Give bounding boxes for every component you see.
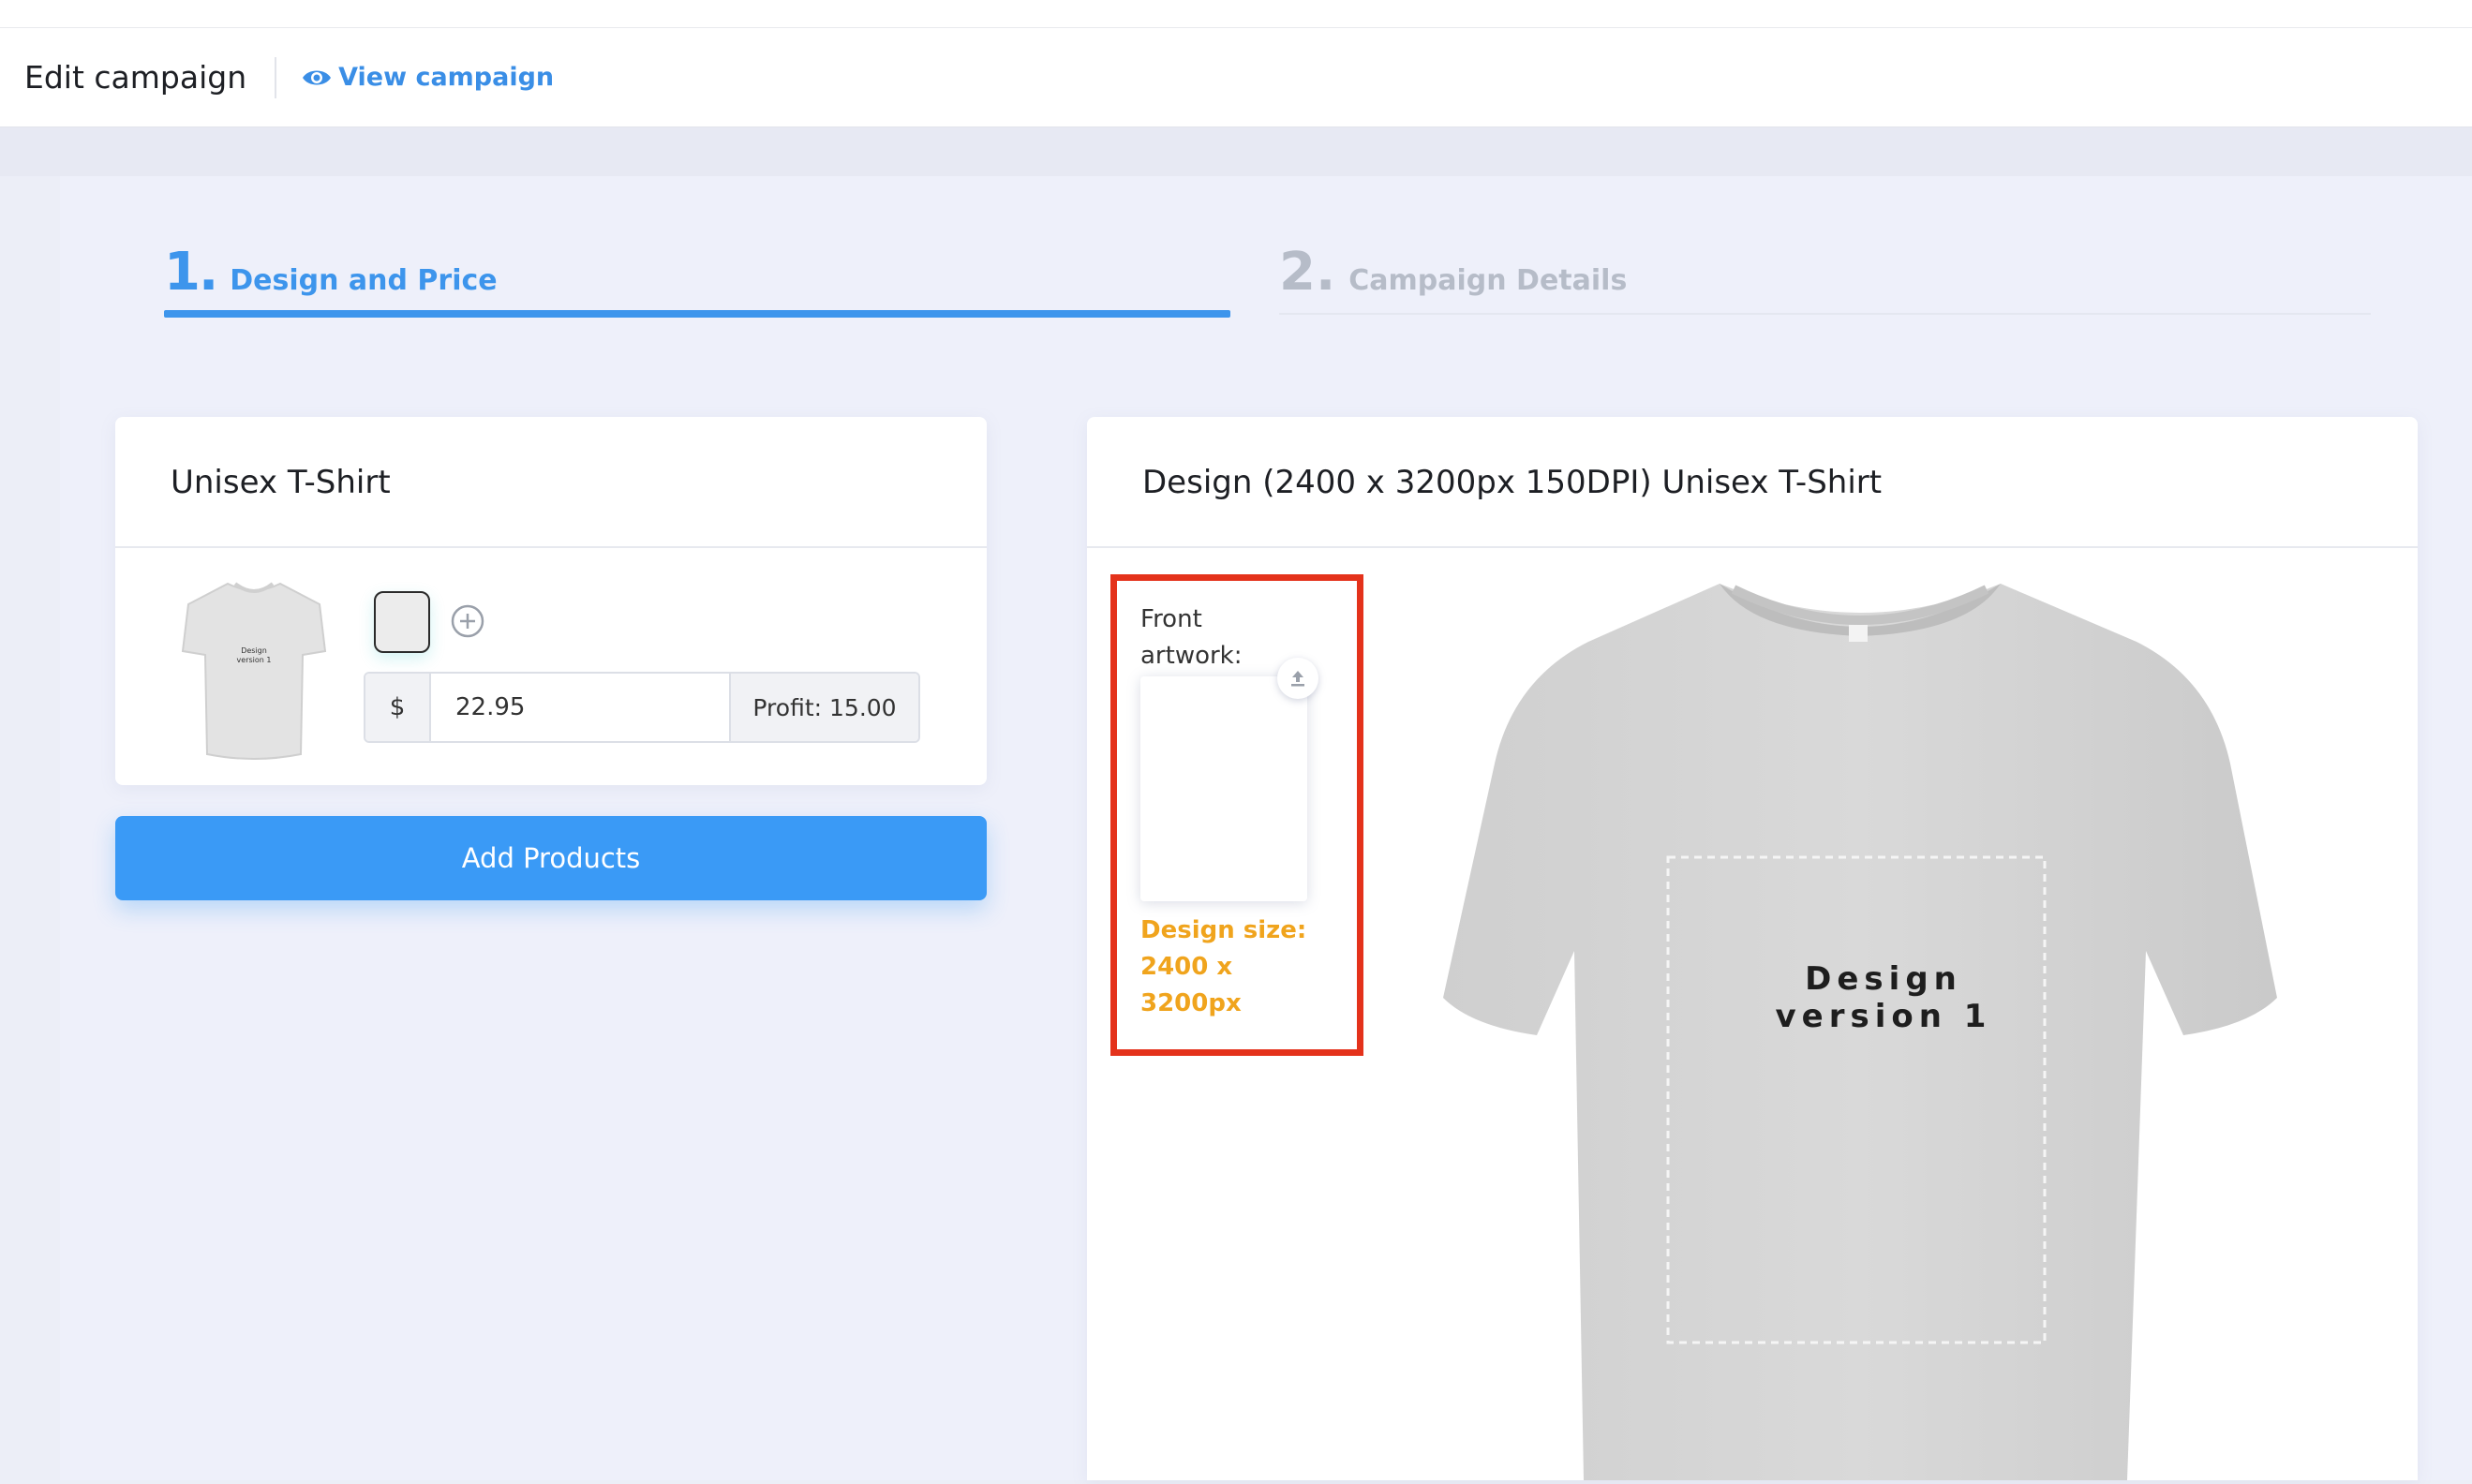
product-card: Unisex T-Shirt Design version 1 $ Profit…: [115, 417, 987, 785]
step-active-underline: [164, 310, 1230, 318]
card-divider: [115, 546, 987, 548]
view-campaign-label: View campaign: [338, 63, 555, 92]
front-artwork-label: Front artwork:: [1140, 605, 1243, 670]
step-inactive-underline: [1279, 313, 2371, 315]
tshirt-thumbnail-icon: Design version 1: [181, 582, 327, 760]
plus-circle-icon[interactable]: [449, 602, 486, 640]
design-title: Design (2400 x 3200px 150DPI) Unisex T-S…: [1142, 464, 1883, 501]
add-products-button[interactable]: Add Products: [115, 816, 987, 900]
card-divider: [1087, 546, 2418, 548]
design-card: Design (2400 x 3200px 150DPI) Unisex T-S…: [1087, 417, 2418, 1480]
page-title: Edit campaign: [24, 59, 247, 96]
color-swatch[interactable]: [374, 591, 430, 653]
price-input[interactable]: [431, 674, 729, 741]
step-number: 2.: [1279, 242, 1336, 303]
eye-icon: [303, 70, 332, 84]
tshirt-preview: Design version 1: [1406, 576, 2324, 1480]
page-header: Edit campaign View campaign: [0, 28, 2472, 127]
step-campaign-details[interactable]: 2. Campaign Details: [1279, 242, 1627, 303]
svg-text:version 1: version 1: [237, 656, 272, 664]
profit-display: Profit: 15.00: [729, 674, 918, 741]
artwork-drop-zone[interactable]: [1140, 676, 1307, 901]
front-artwork-panel: Front artwork: Design size: 2400 x 3200p…: [1110, 574, 1363, 1056]
top-strip: [0, 0, 2472, 28]
header-shadow-band: [0, 127, 2472, 176]
design-size-text: Design size: 2400 x 3200px: [1140, 916, 1307, 1017]
product-title: Unisex T-Shirt: [171, 464, 391, 501]
design-preview-line1: Design: [1805, 960, 1962, 998]
product-thumbnail[interactable]: Design version 1: [179, 576, 329, 764]
step-number: 1.: [164, 242, 218, 303]
upload-icon: [1291, 671, 1304, 687]
header-divider: [275, 56, 277, 98]
currency-prefix: $: [365, 674, 431, 741]
view-campaign-link[interactable]: View campaign: [301, 63, 554, 92]
design-preview-line2: version 1: [1775, 998, 1992, 1035]
design-preview-text: Design version 1: [1762, 960, 2005, 1035]
step-design-and-price[interactable]: 1. Design and Price: [164, 242, 498, 303]
step-label: Design and Price: [230, 264, 498, 297]
step-label: Campaign Details: [1348, 264, 1628, 297]
price-input-group: $ Profit: 15.00: [364, 672, 920, 743]
svg-text:Design: Design: [241, 646, 267, 655]
upload-button[interactable]: [1277, 658, 1318, 699]
